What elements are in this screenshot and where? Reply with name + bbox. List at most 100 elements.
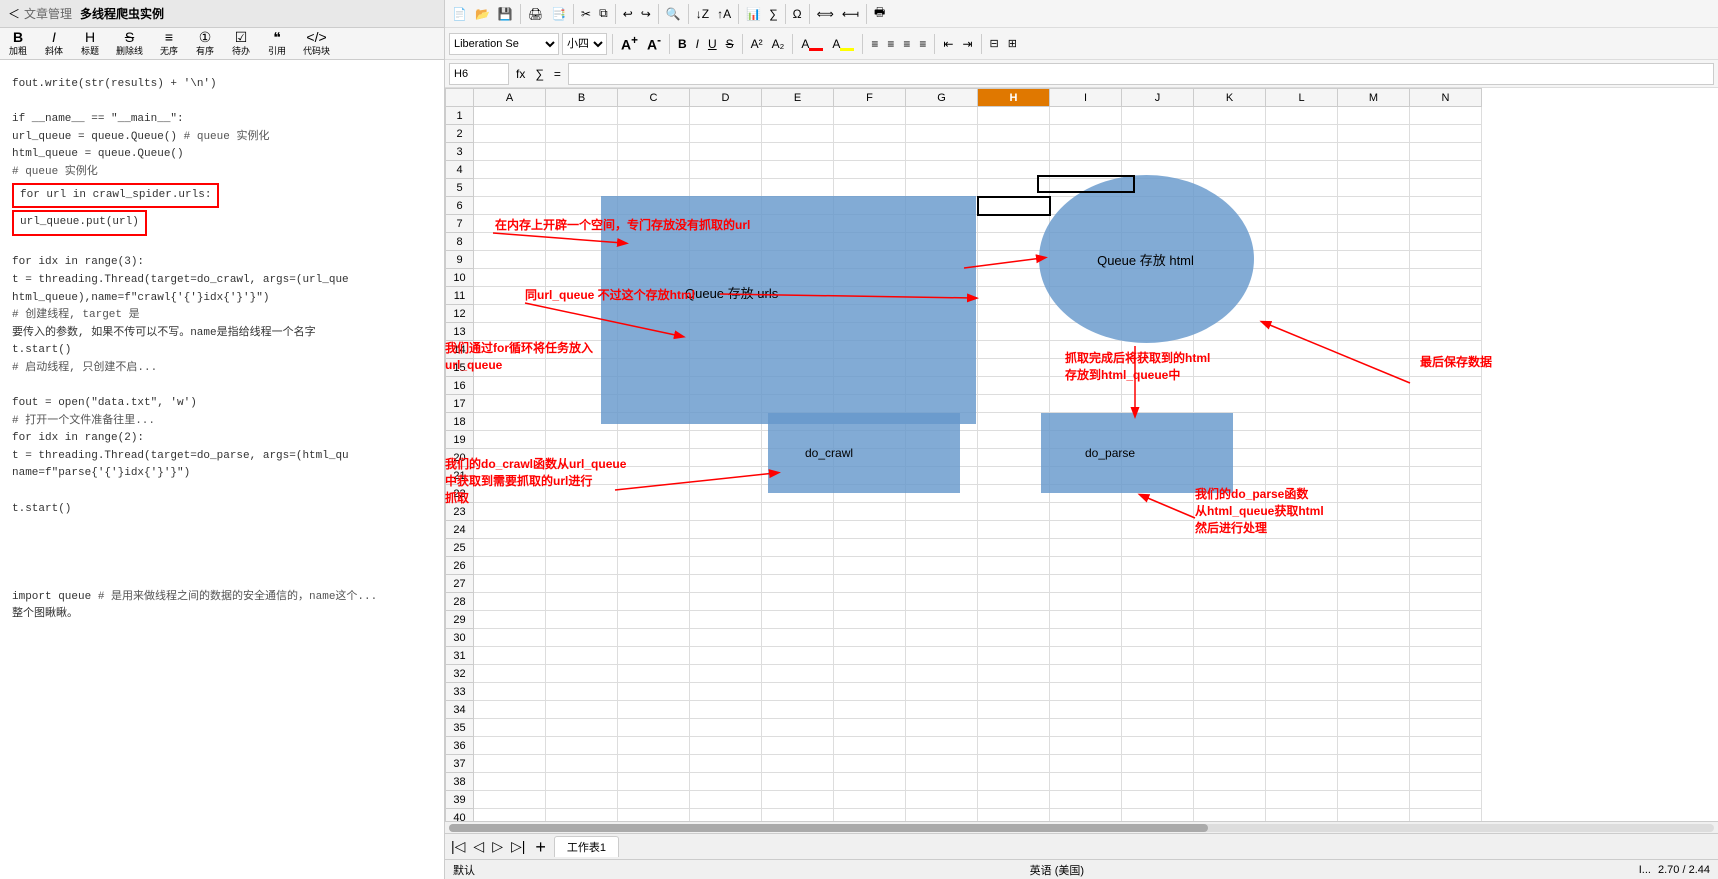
- cell-14-8[interactable]: [1050, 341, 1122, 359]
- cell-13-7[interactable]: [978, 323, 1050, 341]
- cell-26-10[interactable]: [1194, 557, 1266, 575]
- cell-33-8[interactable]: [1050, 683, 1122, 701]
- cell-29-11[interactable]: [1266, 611, 1338, 629]
- cell-6-12[interactable]: [1338, 197, 1410, 215]
- cell-5-13[interactable]: [1410, 179, 1482, 197]
- cell-30-3[interactable]: [690, 629, 762, 647]
- cell-26-0[interactable]: [474, 557, 546, 575]
- cell-1-4[interactable]: [762, 107, 834, 125]
- font-smaller-button[interactable]: A-: [644, 32, 664, 55]
- cell-33-4[interactable]: [762, 683, 834, 701]
- cell-28-6[interactable]: [906, 593, 978, 611]
- cell-27-0[interactable]: [474, 575, 546, 593]
- cell-17-10[interactable]: [1194, 395, 1266, 413]
- cell-19-3[interactable]: [690, 431, 762, 449]
- code-button[interactable]: </> 代码块: [299, 28, 334, 59]
- col-header-F[interactable]: F: [834, 89, 906, 107]
- justify-button[interactable]: ≡: [916, 35, 929, 53]
- horizontal-scrollbar[interactable]: [445, 821, 1718, 833]
- cell-3-3[interactable]: [690, 143, 762, 161]
- cell-27-1[interactable]: [546, 575, 618, 593]
- cell-30-13[interactable]: [1410, 629, 1482, 647]
- cell-18-13[interactable]: [1410, 413, 1482, 431]
- chart-button[interactable]: 📊: [743, 5, 764, 23]
- sheet-nav-last[interactable]: ▷|: [509, 838, 527, 855]
- cell-8-7[interactable]: [978, 233, 1050, 251]
- cell-11-11[interactable]: [1266, 287, 1338, 305]
- cell-12-13[interactable]: [1410, 305, 1482, 323]
- cell-22-2[interactable]: [618, 485, 690, 503]
- cell-34-10[interactable]: [1194, 701, 1266, 719]
- cell-13-0[interactable]: [474, 323, 546, 341]
- cell-4-12[interactable]: [1338, 161, 1410, 179]
- cell-9-12[interactable]: [1338, 251, 1410, 269]
- cell-15-9[interactable]: [1122, 359, 1194, 377]
- cell-39-0[interactable]: [474, 791, 546, 809]
- cell-31-12[interactable]: [1338, 647, 1410, 665]
- cell-30-1[interactable]: [546, 629, 618, 647]
- cell-13-13[interactable]: [1410, 323, 1482, 341]
- cell-12-12[interactable]: [1338, 305, 1410, 323]
- cell-40-5[interactable]: [834, 809, 906, 822]
- cell-15-7[interactable]: [978, 359, 1050, 377]
- cell-40-6[interactable]: [906, 809, 978, 822]
- cell-25-12[interactable]: [1338, 539, 1410, 557]
- cell-38-11[interactable]: [1266, 773, 1338, 791]
- cell-5-12[interactable]: [1338, 179, 1410, 197]
- cell-40-11[interactable]: [1266, 809, 1338, 822]
- cell-37-8[interactable]: [1050, 755, 1122, 773]
- cell-27-12[interactable]: [1338, 575, 1410, 593]
- cell-1-7[interactable]: [978, 107, 1050, 125]
- cell-16-9[interactable]: [1122, 377, 1194, 395]
- cell-1-5[interactable]: [834, 107, 906, 125]
- cell-37-1[interactable]: [546, 755, 618, 773]
- cell-35-2[interactable]: [618, 719, 690, 737]
- cell-36-8[interactable]: [1050, 737, 1122, 755]
- cell-29-10[interactable]: [1194, 611, 1266, 629]
- cell-2-11[interactable]: [1266, 125, 1338, 143]
- pdf-button[interactable]: 📑: [548, 5, 569, 23]
- cell-26-7[interactable]: [978, 557, 1050, 575]
- cell-31-1[interactable]: [546, 647, 618, 665]
- font-selector[interactable]: Liberation Se: [449, 33, 559, 55]
- cell-3-5[interactable]: [834, 143, 906, 161]
- cell-39-11[interactable]: [1266, 791, 1338, 809]
- cell-32-8[interactable]: [1050, 665, 1122, 683]
- cell-32-4[interactable]: [762, 665, 834, 683]
- cell-3-8[interactable]: [1050, 143, 1122, 161]
- cell-22-13[interactable]: [1410, 485, 1482, 503]
- cell-3-13[interactable]: [1410, 143, 1482, 161]
- cell-33-5[interactable]: [834, 683, 906, 701]
- subscript-button[interactable]: A₂: [769, 35, 788, 53]
- cell-14-0[interactable]: [474, 341, 546, 359]
- cell-8-0[interactable]: [474, 233, 546, 251]
- cell-21-0[interactable]: [474, 467, 546, 485]
- cell-7-7[interactable]: [978, 215, 1050, 233]
- cell-2-13[interactable]: [1410, 125, 1482, 143]
- sheet-container[interactable]: A B C D E F G H I J K L M N: [445, 88, 1718, 821]
- cell-23-2[interactable]: [618, 503, 690, 521]
- special-char-button[interactable]: Ω: [790, 5, 805, 23]
- merge-button[interactable]: ⊞: [1005, 35, 1020, 52]
- cell-24-7[interactable]: [978, 521, 1050, 539]
- cell-3-12[interactable]: [1338, 143, 1410, 161]
- cell-25-1[interactable]: [546, 539, 618, 557]
- cell-15-0[interactable]: [474, 359, 546, 377]
- cell-39-10[interactable]: [1194, 791, 1266, 809]
- cell-4-4[interactable]: [762, 161, 834, 179]
- formula-button[interactable]: ∑: [766, 5, 781, 23]
- cell-36-1[interactable]: [546, 737, 618, 755]
- cell-29-2[interactable]: [618, 611, 690, 629]
- cell-25-11[interactable]: [1266, 539, 1338, 557]
- cell-34-3[interactable]: [690, 701, 762, 719]
- cell-32-2[interactable]: [618, 665, 690, 683]
- cell-35-3[interactable]: [690, 719, 762, 737]
- cell-20-2[interactable]: [618, 449, 690, 467]
- cell-3-7[interactable]: [978, 143, 1050, 161]
- cell-30-12[interactable]: [1338, 629, 1410, 647]
- cell-40-9[interactable]: [1122, 809, 1194, 822]
- cell-32-3[interactable]: [690, 665, 762, 683]
- cell-31-9[interactable]: [1122, 647, 1194, 665]
- cell-37-11[interactable]: [1266, 755, 1338, 773]
- cell-1-9[interactable]: [1122, 107, 1194, 125]
